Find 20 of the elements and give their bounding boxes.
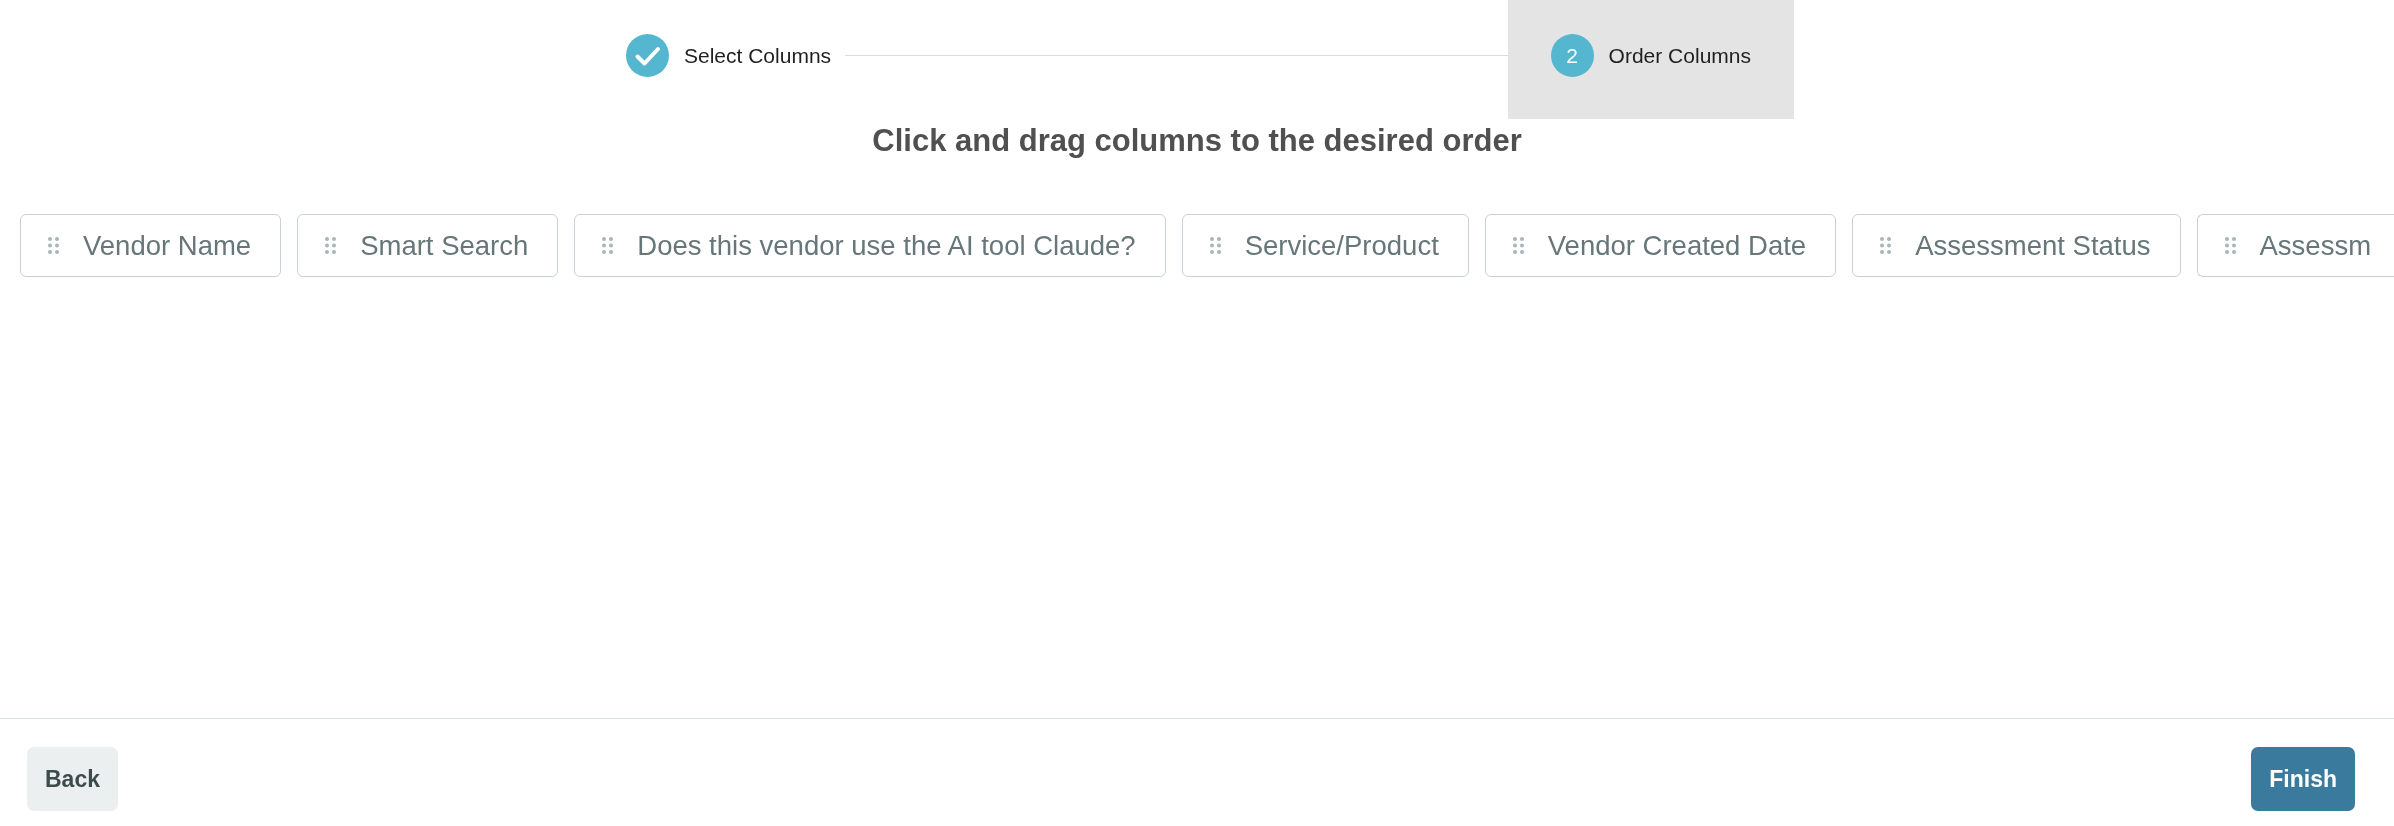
column-chip[interactable]: Service/Product bbox=[1181, 214, 1469, 277]
instruction-heading: Click and drag columns to the desired order bbox=[871, 122, 1523, 160]
column-chip[interactable]: Vendor Name bbox=[20, 214, 282, 277]
drag-handle-icon[interactable] bbox=[2224, 237, 2236, 254]
drag-handle-icon[interactable] bbox=[1209, 237, 1221, 254]
drag-handle-icon[interactable] bbox=[325, 237, 337, 254]
drag-handle-icon[interactable] bbox=[1512, 237, 1524, 254]
step-label: Order Columns bbox=[1608, 43, 1751, 68]
column-chip[interactable]: Vendor Created Date bbox=[1484, 214, 1837, 277]
column-chip[interactable]: Smart Search bbox=[297, 214, 559, 277]
drag-handle-icon[interactable] bbox=[48, 237, 59, 254]
step-number: 2 bbox=[1550, 34, 1594, 77]
drag-handle-icon[interactable] bbox=[602, 237, 614, 254]
drag-handle-icon[interactable] bbox=[1880, 237, 1892, 254]
column-chip[interactable]: Does this vendor use the AI tool Claude? bbox=[574, 214, 1166, 277]
step-label: Select Columns bbox=[684, 43, 832, 68]
column-chip[interactable]: Assessment Status bbox=[1852, 214, 2181, 277]
back-button[interactable]: Back bbox=[27, 747, 118, 811]
column-chip[interactable]: Assessm bbox=[2196, 214, 2394, 277]
finish-button[interactable]: Finish bbox=[2251, 747, 2355, 811]
